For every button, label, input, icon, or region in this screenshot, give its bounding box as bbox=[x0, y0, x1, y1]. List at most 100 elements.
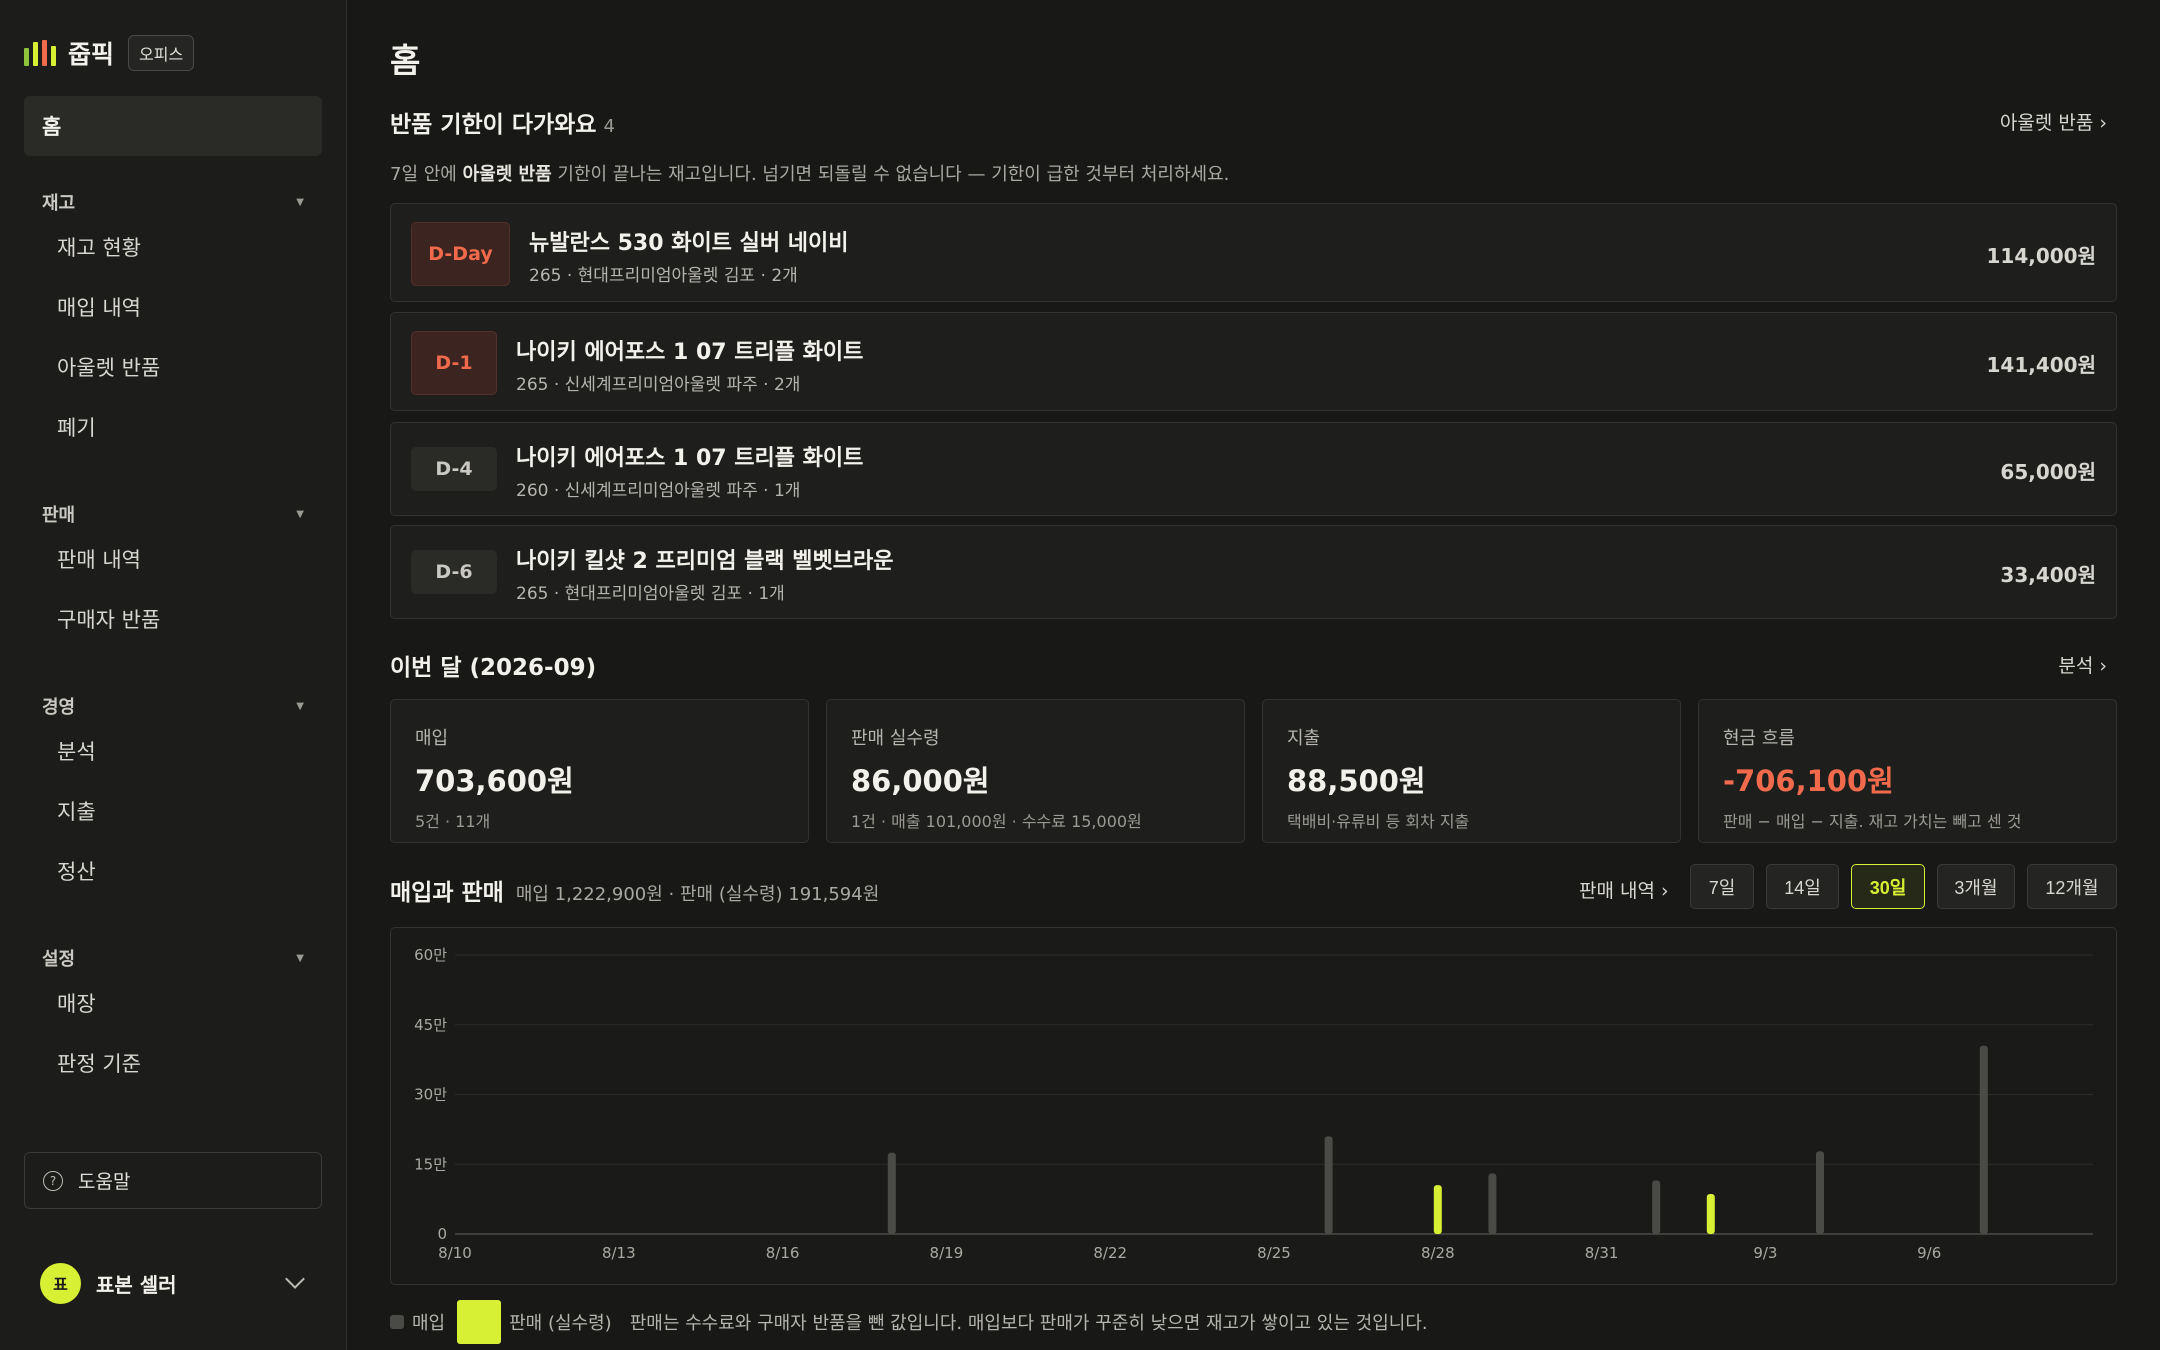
return-item-price: 33,400원 bbox=[2000, 563, 2096, 587]
purchase-bar bbox=[1979, 1045, 1988, 1234]
brand-logo-icon bbox=[24, 40, 56, 66]
y-tick-label: 45만 bbox=[414, 1016, 447, 1034]
stat-label: 현금 흐름 bbox=[1723, 728, 1795, 749]
stat-card-expense: 지출 88,500원 택배비·유류비 등 회차 지출 bbox=[1262, 699, 1681, 843]
return-item-meta: 265 · 현대프리미엄아울렛 김포 · 1개 bbox=[516, 584, 785, 604]
sidebar-section-toggle[interactable]: 경영 ▼ bbox=[24, 691, 322, 721]
help-button[interactable]: ? 도움말 bbox=[24, 1152, 322, 1209]
chart-section-title: 매입과 판매 매입 1,222,900원 · 판매 (실수령) 191,594원 bbox=[390, 873, 879, 907]
stat-label: 지출 bbox=[1287, 728, 1321, 749]
help-icon: ? bbox=[43, 1170, 63, 1191]
return-item-price: 141,400원 bbox=[1986, 353, 2097, 377]
chart-summary: 매입 1,222,900원 · 판매 (실수령) 191,594원 bbox=[515, 884, 880, 905]
page-title: 홈 bbox=[390, 41, 421, 80]
stat-value: 703,600원 bbox=[415, 764, 574, 798]
sidebar-section-toggle[interactable]: 재고 ▼ bbox=[24, 187, 322, 217]
sidebar-item-outlet-returns[interactable]: 아울렛 반품 bbox=[24, 337, 322, 397]
sidebar-section-toggle[interactable]: 판매 ▼ bbox=[24, 499, 322, 529]
desc-bold: 아울렛 반품 bbox=[462, 164, 552, 185]
deadline-badge: D-4 bbox=[411, 447, 497, 491]
returns-description: 7일 안에 아울렛 반품 기한이 끝나는 재고입니다. 넘기면 되돌릴 수 없습… bbox=[390, 160, 1229, 186]
sidebar-section-management: 경영 ▼ 분석 지출 정산 bbox=[24, 691, 322, 901]
brand[interactable]: 줍픽 오피스 bbox=[24, 34, 195, 72]
chevron-down-icon bbox=[285, 1269, 305, 1289]
sidebar-item-purchases[interactable]: 매입 내역 bbox=[24, 277, 322, 337]
return-item-meta: 265 · 현대프리미엄아울렛 김포 · 2개 bbox=[529, 266, 798, 286]
purchase-bar bbox=[1488, 1173, 1497, 1234]
stat-label: 판매 실수령 bbox=[851, 728, 940, 749]
return-item[interactable]: D-1 나이키 에어포스 1 07 트리플 화이트 265 · 신세계프리미엄아… bbox=[390, 312, 2117, 411]
return-item-name: 뉴발란스 530 화이트 실버 네이비 bbox=[529, 231, 849, 256]
x-tick-label: 8/28 bbox=[1421, 1244, 1455, 1262]
sidebar-item-home[interactable]: 홈 bbox=[24, 96, 322, 156]
sidebar-item-settlement[interactable]: 정산 bbox=[24, 841, 322, 901]
chart-title: 매입과 판매 bbox=[390, 880, 504, 906]
stat-sub: 5건 · 11개 bbox=[415, 812, 491, 831]
desc-post: 기한이 끝나는 재고입니다. 넘기면 되돌릴 수 없습니다 — 기한이 급한 것… bbox=[551, 164, 1230, 185]
return-item[interactable]: D-6 나이키 킬샷 2 프리미엄 블랙 벨벳브라운 265 · 현대프리미엄아… bbox=[390, 525, 2117, 619]
purchase-sales-chart: 0 15만 30만 45만 60만 8/10 8/13 8/16 8/19 8/22 8/25 8/2… bbox=[414, 946, 2093, 1262]
y-tick-label: 0 bbox=[437, 1225, 447, 1243]
stat-label: 매입 bbox=[415, 728, 449, 749]
y-tick-label: 30만 bbox=[414, 1086, 447, 1104]
brand-badge: 오피스 bbox=[128, 35, 195, 71]
return-item[interactable]: D-Day 뉴발란스 530 화이트 실버 네이비 265 · 현대프리미엄아울… bbox=[390, 203, 2117, 302]
return-item-meta: 265 · 신세계프리미엄아울렛 파주 · 2개 bbox=[516, 375, 801, 395]
deadline-badge: D-Day bbox=[411, 222, 510, 286]
stat-card-purchase: 매입 703,600원 5건 · 11개 bbox=[390, 699, 809, 843]
returns-section-title: 반품 기한이 다가와요 4 bbox=[390, 105, 615, 139]
range-30d-button[interactable]: 30일 bbox=[1851, 864, 1925, 909]
y-tick-label: 60만 bbox=[414, 946, 447, 964]
x-tick-label: 9/6 bbox=[1917, 1244, 1941, 1262]
sidebar-section-inventory: 재고 ▼ 재고 현황 매입 내역 아울렛 반품 폐기 bbox=[24, 187, 322, 457]
sidebar-item-analytics[interactable]: 분석 bbox=[24, 721, 322, 781]
sidebar-item-store[interactable]: 매장 bbox=[24, 973, 322, 1033]
sidebar-item-disposal[interactable]: 폐기 bbox=[24, 397, 322, 457]
return-item-meta: 260 · 신세계프리미엄아울렛 파주 · 1개 bbox=[516, 481, 801, 501]
range-12m-button[interactable]: 12개월 bbox=[2027, 864, 2117, 909]
x-tick-label: 8/19 bbox=[930, 1244, 964, 1262]
user-menu[interactable]: 표 표본 셀러 bbox=[40, 1262, 306, 1304]
return-item[interactable]: D-4 나이키 에어포스 1 07 트리플 화이트 260 · 신세계프리미엄아… bbox=[390, 422, 2117, 516]
legend-note: 판매는 수수료와 구매자 반품을 뺀 값입니다. 매입보다 판매가 꾸준히 낮으… bbox=[629, 1313, 1428, 1334]
sidebar-section-label: 판매 bbox=[42, 505, 76, 526]
help-label: 도움말 bbox=[78, 1171, 131, 1193]
return-item-price: 114,000원 bbox=[1986, 244, 2097, 268]
user-name: 표본 셀러 bbox=[96, 1272, 177, 1297]
sidebar-section-toggle[interactable]: 설정 ▼ bbox=[24, 943, 322, 973]
stat-sub: 택배비·유류비 등 회차 지출 bbox=[1287, 812, 1470, 831]
x-tick-label: 8/25 bbox=[1257, 1244, 1291, 1262]
x-tick-label: 8/16 bbox=[766, 1244, 800, 1262]
brand-name: 줍픽 bbox=[68, 40, 115, 69]
sidebar-section-label: 설정 bbox=[42, 949, 76, 970]
legend-swatch-sales bbox=[457, 1300, 502, 1344]
sidebar-item-buyer-returns[interactable]: 구매자 반품 bbox=[24, 589, 322, 649]
caret-down-icon: ▼ bbox=[296, 952, 304, 964]
return-item-name: 나이키 킬샷 2 프리미엄 블랙 벨벳브라운 bbox=[516, 549, 894, 574]
main-content: 홈 반품 기한이 다가와요 4 아울렛 반품 › 7일 안에 아울렛 반품 기한… bbox=[390, 0, 2117, 1350]
range-14d-button[interactable]: 14일 bbox=[1766, 864, 1839, 909]
sales-history-link[interactable]: 판매 내역 › bbox=[1579, 876, 1669, 903]
range-3m-button[interactable]: 3개월 bbox=[1937, 864, 2015, 909]
return-item-name: 나이키 에어포스 1 07 트리플 화이트 bbox=[516, 340, 864, 365]
x-tick-label: 8/13 bbox=[602, 1244, 636, 1262]
stat-value: 88,500원 bbox=[1287, 764, 1426, 798]
sidebar-section-sales: 판매 ▼ 판매 내역 구매자 반품 bbox=[24, 499, 322, 649]
sidebar-item-stock-status[interactable]: 재고 현황 bbox=[24, 217, 322, 277]
sidebar-section-label: 재고 bbox=[42, 193, 76, 214]
stat-card-cashflow: 현금 흐름 -706,100원 판매 − 매입 − 지출. 재고 가치는 빼고 … bbox=[1698, 699, 2117, 843]
sales-bar bbox=[1706, 1194, 1715, 1234]
x-tick-label: 8/22 bbox=[1093, 1244, 1127, 1262]
sidebar-section-settings: 설정 ▼ 매장 판정 기준 bbox=[24, 943, 322, 1093]
sidebar-item-expenses[interactable]: 지출 bbox=[24, 781, 322, 841]
outlet-returns-link[interactable]: 아울렛 반품 › bbox=[2000, 108, 2107, 135]
analytics-link[interactable]: 분석 › bbox=[2058, 651, 2107, 678]
month-section-title: 이번 달 (2026-09) bbox=[390, 655, 597, 681]
caret-down-icon: ▼ bbox=[296, 508, 304, 520]
return-item-price: 65,000원 bbox=[2000, 460, 2096, 484]
range-7d-button[interactable]: 7일 bbox=[1690, 864, 1754, 909]
sidebar-item-grading-criteria[interactable]: 판정 기준 bbox=[24, 1033, 322, 1093]
x-tick-label: 8/31 bbox=[1585, 1244, 1619, 1262]
sidebar-item-sales-history[interactable]: 판매 내역 bbox=[24, 529, 322, 589]
sidebar-section-label: 경영 bbox=[42, 697, 76, 718]
